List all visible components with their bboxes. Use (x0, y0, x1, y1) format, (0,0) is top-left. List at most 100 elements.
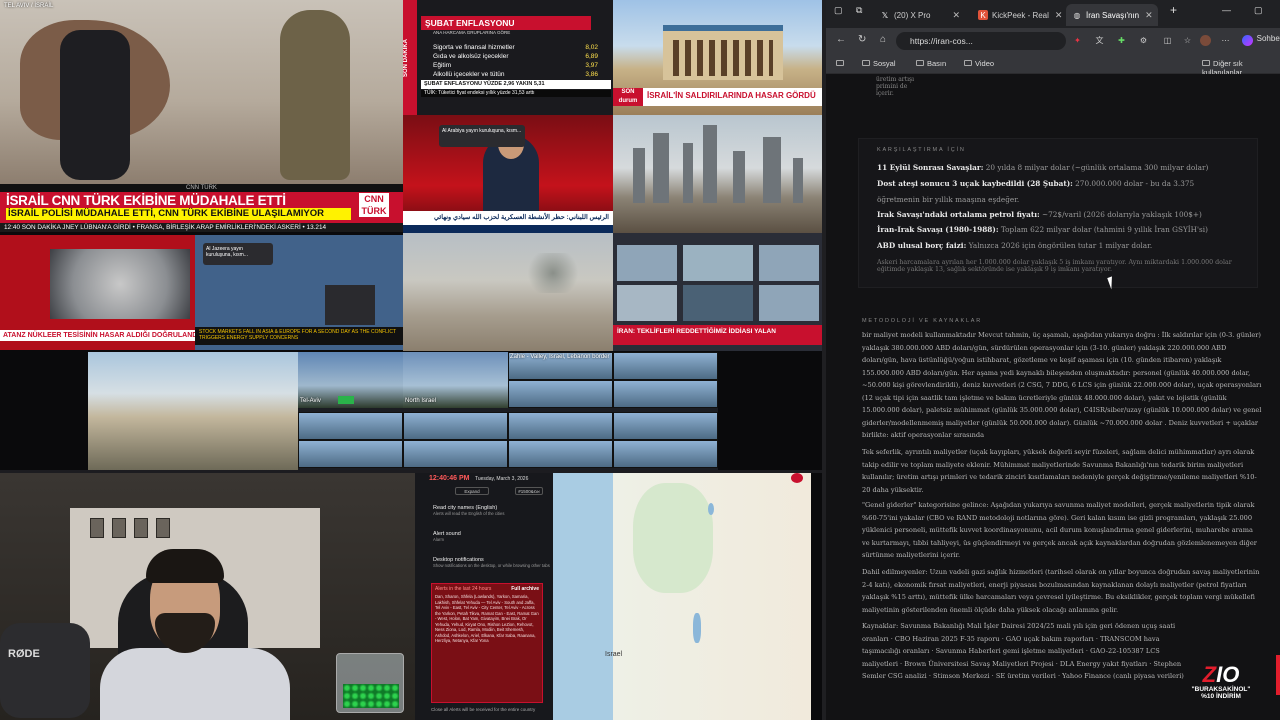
cam-feed (298, 412, 403, 440)
favorites-icon[interactable]: ☆ (1182, 35, 1193, 46)
trt-cell (617, 245, 677, 281)
comparison-item: Irak Savaşı'ndaki ortalama petrol fiyatı… (877, 210, 1202, 219)
natanz-strip: ATANZ NÜKLEER TESİSİNİN HASAR ALDIĞI DOĞ… (0, 330, 195, 341)
comparison-item: İran-Irak Savaşı (1980-1988): Toplam 622… (877, 225, 1208, 234)
new-tab-icon[interactable]: + (1170, 3, 1177, 17)
extension-icon[interactable]: ✦ (1072, 35, 1083, 46)
close-icon[interactable]: ✕ (1145, 10, 1153, 21)
bookmark-folder[interactable]: Video (964, 59, 994, 68)
tower (793, 158, 803, 203)
bookmarks-bar: Sosyal Basın Video Diğer sık kullanılanl… (826, 54, 1280, 77)
inflation-row: Gıda ve alkolsüz içecekler 6,89 (433, 53, 598, 60)
map-green-area (633, 483, 713, 593)
close-icon[interactable]: ✕ (1055, 10, 1063, 21)
stream-layout: TEL AVIV / İSRAİL CNN TÜRK İSRAİL CNN TÜ… (0, 0, 822, 720)
trt-caption-bar: İRAN: TEKLİFLERİ REDDETTİĞİMİZ İDDİASI Y… (613, 325, 822, 345)
extension-icon[interactable]: ✚ (1116, 35, 1127, 46)
comparison-item: öğretmenin bir yıllık maaşına eşdeğer. (877, 195, 1020, 204)
comparison-item: ABD ulusal borç faizi: Yalnızca 2026 içi… (877, 241, 1153, 250)
trt-cell (759, 245, 819, 281)
home-icon[interactable]: ⌂ (880, 34, 886, 45)
trt-cell (683, 245, 753, 281)
arabic-bar (403, 225, 613, 233)
tab-actions-icon[interactable]: ⧉ (856, 5, 862, 16)
back-icon[interactable]: ← (836, 34, 846, 45)
palace-arches (673, 40, 773, 76)
folder-icon (862, 60, 870, 66)
palace-damage-tile: SON durum İSRAİL'İN SALDIRILARINDA HASAR… (613, 0, 822, 115)
full-archive-link[interactable]: Full archive (511, 586, 539, 592)
trt-cell (683, 285, 753, 321)
bookmark-folder[interactable]: Sosyal (862, 59, 896, 68)
inflation-footer-2: TÜİK: Tüketici fiyat endeksi yıllık yüzd… (421, 90, 611, 97)
folder-icon (1202, 60, 1210, 66)
browser-window: ▢ ⧉ 𝕏 (20) X Pro ✕ K KickPeek - Real ✕ ◍… (822, 0, 1280, 720)
map-lake (708, 503, 714, 515)
cam-feed (403, 440, 508, 468)
minimize-icon[interactable]: — (1222, 5, 1231, 15)
read-city-setting[interactable]: Read city names (English) Alerts will rea… (433, 505, 504, 516)
cam-feed (613, 380, 718, 408)
israel-map[interactable]: Israel (553, 473, 811, 720)
streamer-webcam: RØDE (0, 473, 415, 720)
cam-feed (613, 440, 718, 468)
globe-icon: ◍ (1073, 10, 1081, 20)
alert-date: Tuesday, March 3, 2026 (475, 476, 529, 482)
alert-marker (791, 473, 803, 483)
methodology-paragraph: "Genel giderler" kategorisine gelince: A… (862, 501, 1257, 559)
comparison-card: KARŞILAŞTIRMA İÇİN 11 Eylül Sonrası Sava… (858, 138, 1258, 288)
alerts-bottom: Close all Alerts will be received for th… (431, 707, 536, 712)
alerts-list-title: Alerts in the last 24 hours Full archive (435, 586, 539, 592)
cam-feed (613, 412, 718, 440)
candy-jar (336, 653, 404, 713)
inflation-row: Alkollü içecekler ve tütün 3,86 (433, 71, 598, 78)
cnn-ticker: 12:40 SON DAKİKA JNEY LÜBNAN'A GİRDİ • F… (0, 223, 403, 232)
streamer-shirt (100, 648, 290, 720)
copilot-icon[interactable] (1242, 35, 1253, 46)
reading-icon[interactable] (836, 59, 847, 68)
cam-label: Zahle - Valley, Israel, Lebanon border (510, 354, 610, 360)
video-figure-dark (60, 30, 130, 180)
folder-icon (836, 60, 844, 66)
profile-avatar[interactable] (1200, 35, 1211, 46)
reload-icon[interactable]: ↻ (858, 34, 866, 45)
inflation-sub: ANA HARCAMA GRUPLARINA GÖRE (433, 30, 511, 35)
son-dakika-side: SON DAKİKA (403, 0, 417, 115)
bookmark-folder[interactable]: Basın (916, 59, 946, 68)
cnn-turk-banner: CNN TÜRK İSRAİL CNN TÜRK EKİBİNE MÜDAHAL… (0, 184, 403, 232)
close-icon[interactable]: ✕ (952, 10, 960, 21)
al-arabiya-tile: Al Arabiya yayın kuruluşuna, kısm... الر… (403, 115, 613, 233)
tower (703, 125, 717, 203)
split-screen-icon[interactable]: ◫ (1162, 35, 1173, 46)
cam-feed (508, 412, 613, 440)
news-grid-tile: ATANZ NÜKLEER TESİSİNİN HASAR ALDIĞI DOĞ… (0, 235, 403, 350)
extensions-icon[interactable]: ⚙ (1138, 35, 1149, 46)
desktop-notification-setting[interactable]: Desktop notifications Show notifications … (433, 557, 550, 568)
mic-brand: RØDE (8, 648, 40, 660)
menu-icon[interactable]: ⋯ (1220, 35, 1231, 46)
arabic-caption: الرئيس اللبناني: حظر الأنشطة العسكرية لح… (403, 211, 613, 225)
url-field[interactable]: https://iran-cos... (896, 32, 1066, 50)
alert-clock: 12:40:46 PM (429, 475, 470, 482)
workspace-icon[interactable]: ▢ (834, 5, 843, 16)
screen: TEL AVIV / İSRAİL CNN TÜRK İSRAİL CNN TÜ… (0, 0, 1280, 720)
sources-paragraph: Kaynaklar: Savunma Bakanlığı Mali İşler … (862, 622, 1184, 680)
tab-iran-war[interactable]: ◍ İran Savaşı'nın ✕ (1066, 4, 1158, 26)
cam-overlay (338, 396, 354, 404)
cnn-headline: İSRAİL CNN TÜRK EKİBİNE MÜDAHALE ETTİ (6, 193, 286, 208)
methodology-paragraph: Dahil edilmeyenler: Uzun vadeli gazi sağ… (862, 568, 1260, 614)
tab-x-pro[interactable]: 𝕏 (20) X Pro ✕ (874, 4, 970, 26)
microphone (0, 623, 90, 718)
trt-caption: İRAN: TEKLİFLERİ REDDETTİĞİMİZ İDDİASI Y… (617, 328, 776, 335)
language-button[interactable]: אמ&#1500 (515, 487, 543, 495)
expand-button[interactable]: Expand (455, 487, 489, 495)
cam-feed (613, 352, 718, 380)
tower (653, 133, 669, 203)
palace-caption-bar: SON durum İSRAİL'İN SALDIRILARINDA HASAR… (613, 88, 822, 106)
x-icon: 𝕏 (881, 10, 889, 20)
chat-button[interactable]: Sohbet (1257, 34, 1280, 43)
maximize-icon[interactable]: ▢ (1254, 5, 1263, 16)
alert-sound-setting[interactable]: Alert sound Alarm (433, 531, 461, 542)
tab-kickpeek[interactable]: K KickPeek - Real ✕ (972, 4, 1066, 26)
translate-icon[interactable]: 文 (1094, 35, 1105, 46)
